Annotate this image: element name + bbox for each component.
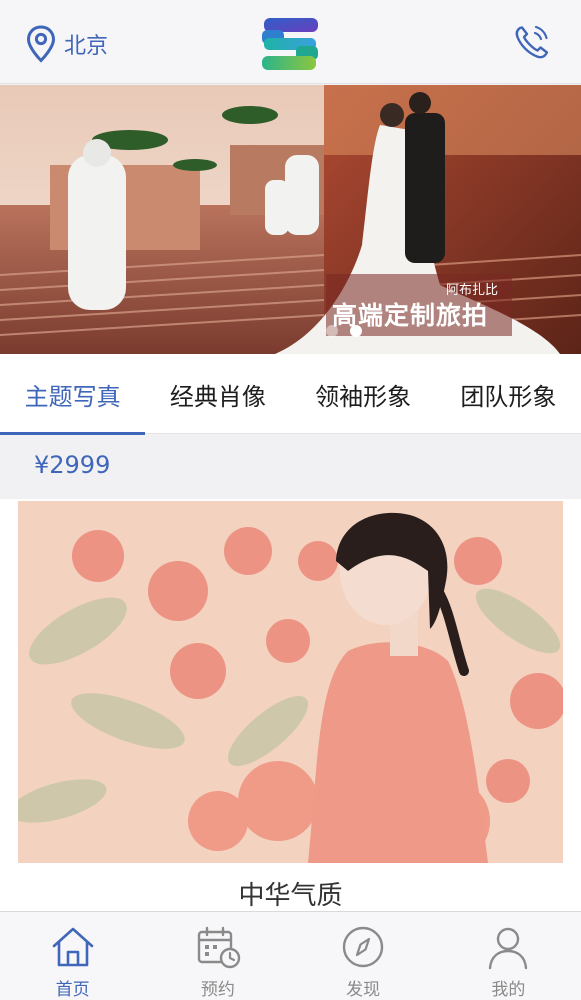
promo-banner[interactable]: 阿布扎比 高端定制旅拍 [0,85,581,354]
location-label: 北京 [64,34,109,59]
user-icon [489,927,528,970]
brand-s-logo [260,16,320,72]
price-strip: ¥2999 [0,435,581,499]
phone-call-icon[interactable] [512,22,552,62]
location-pin-icon [26,25,56,63]
calendar-clock-icon [197,926,241,969]
tab-team-image[interactable]: 团队形象 [436,354,581,434]
category-tabs: 主题写真 经典肖像 领袖形象 团队形象 [0,354,581,435]
nav-home-label: 首页 [55,980,90,1000]
tab-theme-portrait[interactable]: 主题写真 [0,354,146,435]
nav-discover[interactable]: 发现 [291,912,436,1000]
top-header: 北京 [0,0,581,84]
location-selector[interactable]: 北京 [26,24,108,64]
nav-booking[interactable]: 预约 [145,912,290,1000]
home-icon [52,927,93,967]
price-label: ¥2999 [34,451,111,479]
nav-profile-label: 我的 [491,980,526,1000]
tab-classic-portrait[interactable]: 经典肖像 [145,354,290,434]
banner-dot[interactable] [326,325,338,337]
bottom-nav-bar: 首页 预约 发现 我的 [0,911,581,1000]
banner-pagination [326,325,362,337]
product-card[interactable]: 中华气质 [0,499,581,911]
banner-dot-active[interactable] [350,325,362,337]
nav-profile[interactable]: 我的 [436,912,581,1000]
product-image[interactable] [18,501,563,863]
nav-booking-label: 预约 [200,980,235,1000]
compass-icon [342,926,384,968]
nav-discover-label: 发现 [346,980,381,1000]
product-title: 中华气质 [238,881,343,911]
tab-leader-image[interactable]: 领袖形象 [291,354,436,434]
nav-home[interactable]: 首页 [0,912,145,1000]
